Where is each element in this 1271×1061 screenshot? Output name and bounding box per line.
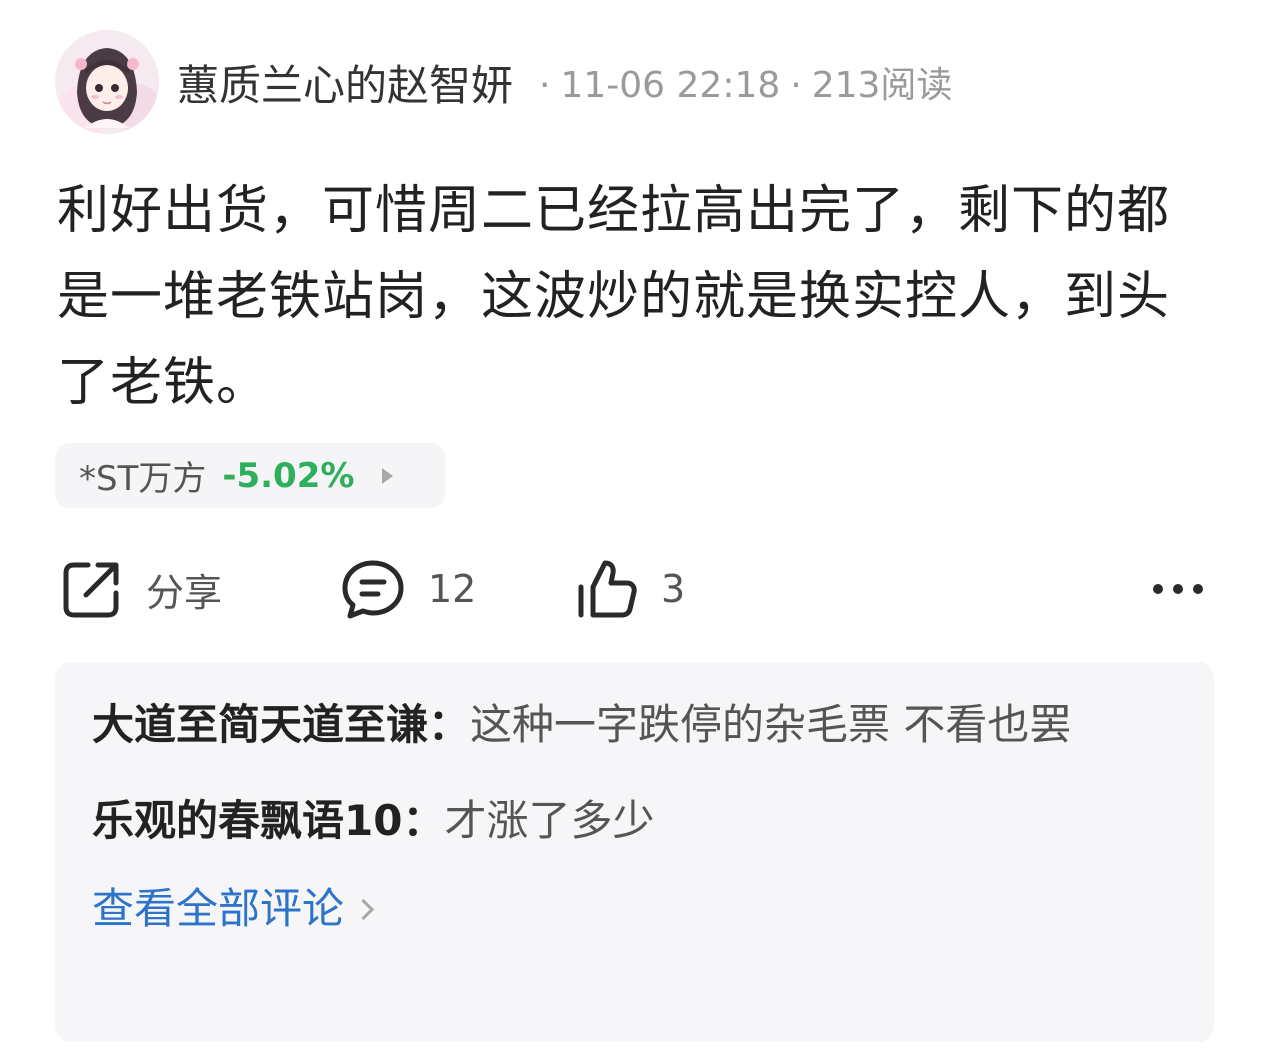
comment-item[interactable]: 乐观的春飘语10：才涨了多少 [92,788,1178,854]
comment-icon [342,560,404,619]
play-arrow-icon [382,467,394,484]
view-all-label: 查看全部评论 [92,884,345,933]
comment-author[interactable]: 乐观的春飘语10： [92,796,444,845]
post-time: 11-06 22:18 [560,65,781,106]
stock-name: *ST万方 [79,459,207,499]
chevron-right-icon [352,898,375,920]
author-name[interactable]: 蕙质兰心的赵智妍 [177,52,513,113]
post-text[interactable]: 利好出货，可惜周二已经拉高出完了，剩下的都是一堆老铁站岗，这波炒的就是换实控人，… [57,168,1217,426]
share-label: 分享 [146,570,223,615]
view-all-comments-link[interactable]: 查看全部评论 [92,876,375,942]
stock-tag[interactable]: *ST万方 -5.02% [55,443,445,508]
avatar-illustration [55,30,159,134]
comment-author[interactable]: 大道至简天道至谦： [92,700,470,749]
post-header: 蕙质兰心的赵智妍 · 11-06 22:18 · 213阅读 [55,28,952,136]
more-button[interactable] [1150,553,1206,625]
comment-text: 这种一字跌停的杂毛票 不看也罢 [470,700,1072,749]
like-count: 3 [661,567,686,611]
comments-panel: 大道至简天道至谦：这种一字跌停的杂毛票 不看也罢 乐观的春飘语10：才涨了多少 … [55,662,1214,1042]
share-icon [63,562,119,618]
like-button[interactable]: 3 [575,553,685,625]
read-count: 213阅读 [811,65,953,106]
post-meta: · 11-06 22:18 · 213阅读 [529,56,952,108]
share-button[interactable]: 分享 [60,553,222,625]
comment-text: 才涨了多少 [444,796,655,845]
comment-button[interactable]: 12 [340,553,476,625]
comment-item[interactable]: 大道至简天道至谦：这种一字跌停的杂毛票 不看也罢 [92,692,1178,758]
avatar[interactable] [55,30,159,134]
meta-separator: · [539,65,551,106]
comment-count: 12 [428,567,477,611]
more-icon [1153,584,1203,594]
stock-change: -5.02% [222,455,355,496]
meta-separator: · [790,65,802,106]
thumbs-up-icon [578,560,637,618]
action-bar: 分享 12 3 [0,553,1271,625]
